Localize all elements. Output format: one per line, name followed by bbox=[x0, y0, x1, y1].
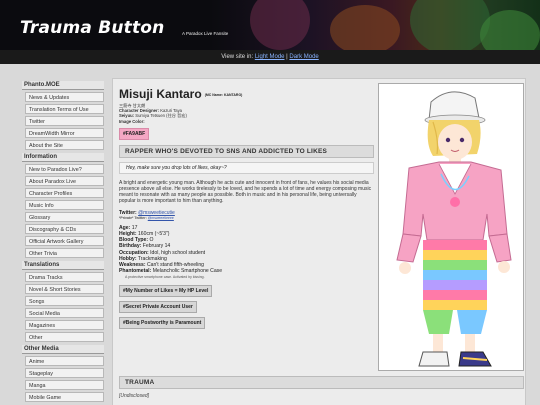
sidebar-item-mobile-game[interactable]: Mobile Game bbox=[25, 392, 104, 402]
sidebar-item-other[interactable]: Other bbox=[25, 332, 104, 342]
sidebar-item-about-paradox-live[interactable]: About Paradox Live bbox=[25, 176, 104, 186]
character-portrait bbox=[378, 83, 524, 371]
stat-value: Can't stand fifth-wheeling bbox=[146, 262, 204, 269]
ability-tag: #Being Postworthy is Paramount bbox=[119, 316, 206, 329]
mc-name: (MC Name: KANTARO) bbox=[204, 92, 243, 97]
stat-label: Weakness: bbox=[119, 262, 146, 269]
ability-tag: #My Number of Likes = My HP Level bbox=[119, 284, 213, 297]
character-name: Misuji Kantaro (MC Name: KANTARO) bbox=[119, 87, 374, 101]
trauma-value: [Undisclosed] bbox=[119, 393, 150, 399]
stat-value: Idol, high school student bbox=[150, 249, 206, 256]
stat-label: Phantometal: bbox=[119, 268, 152, 275]
view-mode-bar: View site in: Light Mode | Dark Mode bbox=[0, 50, 540, 64]
stat-value: Trackmaking bbox=[137, 255, 167, 262]
stat-label: Occupation: bbox=[119, 249, 149, 256]
sidebar-item-twitter[interactable]: Twitter bbox=[25, 116, 104, 126]
character-profile-card: Misuji Kantaro (MC Name: KANTARO) 三筋寺 甘太朗… bbox=[112, 78, 526, 405]
stat-label: Age: bbox=[119, 224, 131, 231]
character-description: A bright and energetic young man. Althou… bbox=[119, 179, 372, 204]
sidebar-item-dreamwidth-mirror[interactable]: DreamWidth Mirror bbox=[25, 128, 104, 138]
profile-meta: 三筋寺 甘太朗 Character Designer: Kazuri Taya … bbox=[119, 103, 374, 124]
sidebar-item-manga[interactable]: Manga bbox=[25, 380, 104, 390]
sidebar-item-anime[interactable]: Anime bbox=[25, 356, 104, 366]
stat-value: 17 bbox=[131, 224, 138, 231]
character-name-text: Misuji Kantaro bbox=[119, 87, 202, 101]
stat-value: O bbox=[149, 237, 154, 244]
sidebar-section-title: Phanto.MOE bbox=[22, 81, 104, 90]
stat-label: Blood Type: bbox=[119, 237, 149, 244]
ability-tag: #Secret Private Account User bbox=[119, 300, 197, 313]
sidebar-item-stageplay[interactable]: Stageplay bbox=[25, 368, 104, 378]
site-title[interactable]: Trauma Button bbox=[20, 18, 165, 38]
header-artwork bbox=[210, 0, 540, 50]
light-mode-link[interactable]: Light Mode bbox=[255, 54, 285, 60]
character-quote: Hey, make sure you drop lots of likes, o… bbox=[119, 161, 374, 174]
stat-value: 160cm (~5'3") bbox=[137, 231, 170, 238]
view-mode-separator: | bbox=[286, 54, 288, 60]
private-twitter-label: *Private* Twitter: bbox=[119, 215, 147, 220]
sidebar-item-novel-short-stories[interactable]: Novel & Short Stories bbox=[25, 284, 104, 294]
stat-label: Birthday: bbox=[119, 243, 142, 250]
private-twitter-row: *Private* Twitter: @msweeetieeee bbox=[119, 216, 374, 220]
character-stats: Age: 17 Height: 160cm (~5'3") Blood Type: … bbox=[119, 225, 374, 281]
image-color-row: Image Color: bbox=[119, 119, 374, 124]
private-twitter-link[interactable]: @msweeetieeee bbox=[148, 216, 174, 220]
tagline-header: RAPPER WHO'S DEVOTED TO SNS AND ADDICTED… bbox=[119, 144, 374, 158]
sidebar-item-official-artwork-gallery[interactable]: Official Artwork Gallery bbox=[25, 236, 104, 246]
sidebar-item-discography-cds[interactable]: Discography & CDs bbox=[25, 224, 104, 234]
sidebar: Phanto.MOE News & Updates Translation Term… bbox=[22, 78, 104, 402]
sidebar-item-other-trivia[interactable]: Other Trivia bbox=[25, 248, 104, 258]
sidebar-section-title: Other Media bbox=[22, 345, 104, 354]
stat-value: Melancholic Smartphone Case bbox=[152, 268, 223, 275]
view-mode-label: View site in: bbox=[221, 54, 254, 60]
trauma-section: TRAUMA [Undisclosed] bbox=[119, 371, 524, 399]
sidebar-item-glossary[interactable]: Glossary bbox=[25, 212, 104, 222]
sidebar-item-songs[interactable]: Songs bbox=[25, 296, 104, 306]
ability-tags: #My Number of Likes = My HP Level #Secret… bbox=[119, 281, 374, 329]
stat-label: Hobby: bbox=[119, 255, 137, 262]
site-header: Trauma Button A Paradox Live Fansite bbox=[0, 0, 540, 50]
sidebar-item-social-media[interactable]: Social Media bbox=[25, 308, 104, 318]
sidebar-item-magazines[interactable]: Magazines bbox=[25, 320, 104, 330]
sidebar-section-title: Information bbox=[22, 153, 104, 162]
sidebar-item-music-info[interactable]: Music Info bbox=[25, 200, 104, 210]
dark-mode-link[interactable]: Dark Mode bbox=[289, 54, 318, 60]
portrait-illustration bbox=[396, 91, 512, 367]
image-color-label: Image Color: bbox=[119, 118, 145, 124]
sidebar-item-news-updates[interactable]: News & Updates bbox=[25, 92, 104, 102]
stat-value: February 14 bbox=[142, 243, 171, 250]
trauma-header: TRAUMA bbox=[119, 376, 524, 389]
sidebar-item-about-the-site[interactable]: About the Site bbox=[25, 140, 104, 150]
sidebar-item-new-to-paradox-live[interactable]: New to Paradox Live? bbox=[25, 164, 104, 174]
stat-label: Height: bbox=[119, 231, 137, 238]
sidebar-item-character-profiles[interactable]: Character Profiles bbox=[25, 188, 104, 198]
sidebar-section-title: Translations bbox=[22, 261, 104, 270]
sidebar-item-drama-tracks[interactable]: Drama Tracks bbox=[25, 272, 104, 282]
profile-info: Misuji Kantaro (MC Name: KANTARO) 三筋寺 甘太朗… bbox=[119, 87, 374, 329]
image-color-swatch: #FA9ABF bbox=[119, 127, 150, 140]
sidebar-item-translation-terms-of-use[interactable]: Translation Terms of Use bbox=[25, 104, 104, 114]
site-subtitle: A Paradox Live Fansite bbox=[182, 31, 229, 36]
